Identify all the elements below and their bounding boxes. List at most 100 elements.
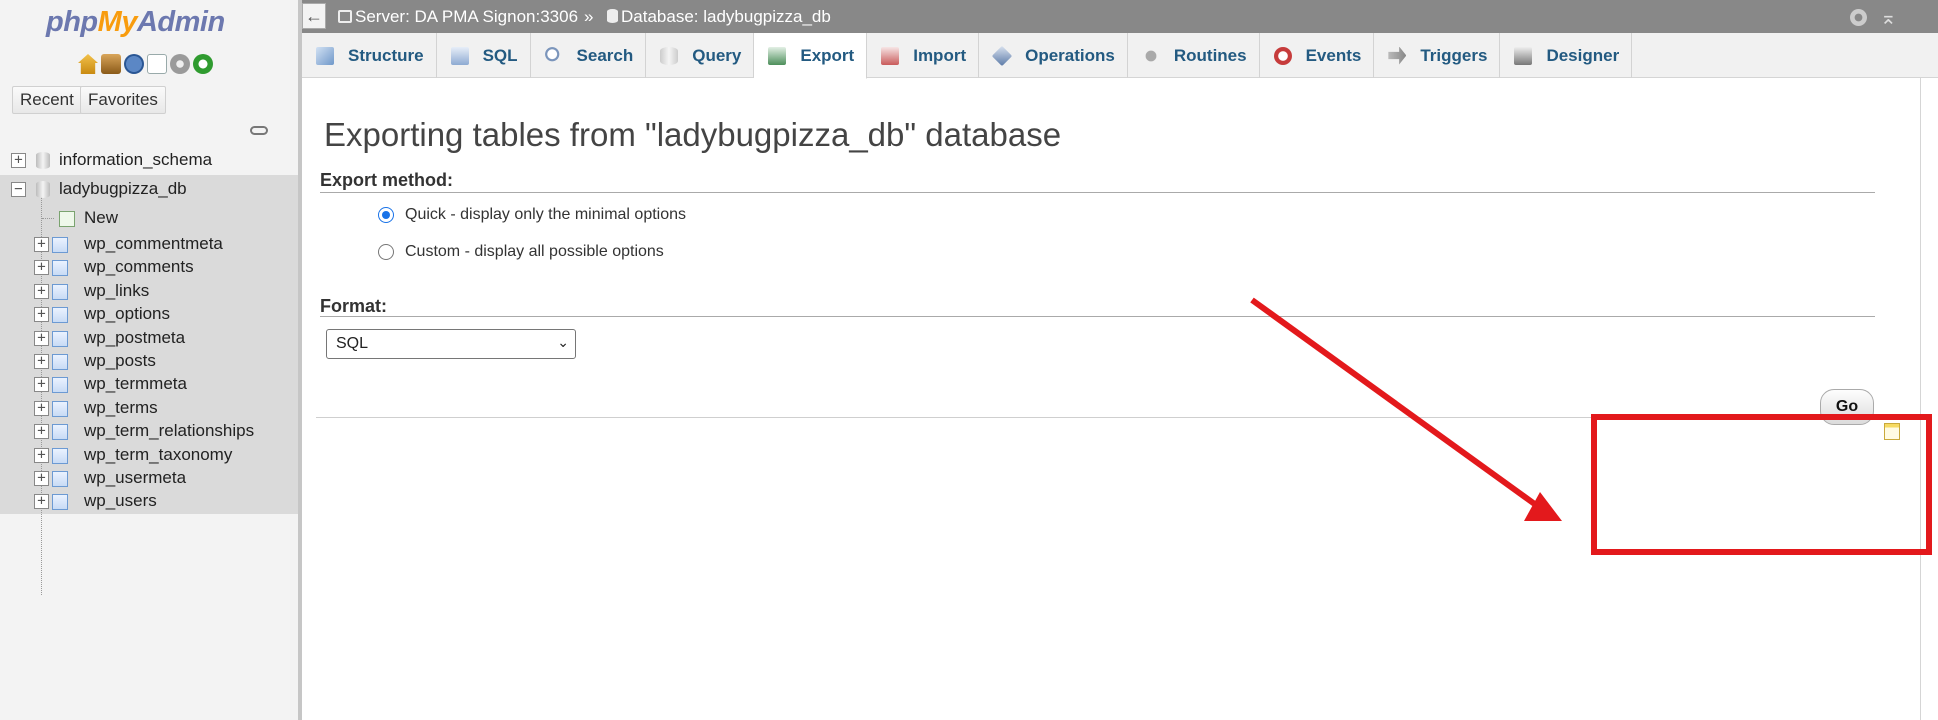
breadcrumb-database[interactable]: Database: ladybugpizza_db xyxy=(607,7,831,27)
custom-option-label[interactable]: Custom - display all possible options xyxy=(405,243,664,261)
tree-new-label[interactable]: New xyxy=(84,208,118,228)
tree-table-item[interactable]: + wp_posts xyxy=(0,350,298,373)
tree-table-item[interactable]: + wp_options xyxy=(0,303,298,326)
expand-icon[interactable]: + xyxy=(34,494,49,510)
tree-table-label[interactable]: wp_posts xyxy=(84,351,156,371)
tab-triggers[interactable]: Triggers xyxy=(1374,33,1501,78)
database-icon[interactable] xyxy=(101,54,121,74)
table-icon xyxy=(52,377,68,394)
tree-table-item[interactable]: + wp_links xyxy=(0,280,298,303)
tree-table-item[interactable]: + wp_users xyxy=(0,490,298,513)
quick-option[interactable]: Quick - display only the minimal options xyxy=(378,206,686,224)
tab-search[interactable]: Search xyxy=(531,33,647,78)
tab-import[interactable]: Import xyxy=(867,33,980,78)
tab-query[interactable]: Query xyxy=(646,33,755,78)
tree-table-label[interactable]: wp_comments xyxy=(84,257,194,277)
quick-option-label[interactable]: Quick - display only the minimal options xyxy=(405,206,686,224)
tree-table-item[interactable]: + wp_commentmeta xyxy=(0,233,298,256)
divider xyxy=(320,316,1875,317)
operations-icon xyxy=(991,45,1013,66)
tab-routines[interactable]: Routines xyxy=(1128,33,1260,78)
tab-events[interactable]: Events xyxy=(1260,33,1375,78)
favorites-button[interactable]: Favorites xyxy=(80,86,166,114)
query-icon xyxy=(660,46,679,65)
copy-icon[interactable] xyxy=(147,54,167,74)
tree-table-label[interactable]: wp_options xyxy=(84,304,170,324)
tree-table-item[interactable]: + wp_termmeta xyxy=(0,373,298,396)
expand-icon[interactable]: + xyxy=(34,283,49,299)
designer-icon xyxy=(1514,46,1533,65)
tree-table-item[interactable]: + wp_postmeta xyxy=(0,327,298,350)
tree-table-item[interactable]: + wp_term_relationships xyxy=(0,420,298,443)
server-icon xyxy=(338,10,352,23)
expand-icon[interactable]: + xyxy=(34,237,49,252)
table-icon xyxy=(52,353,68,370)
home-icon[interactable] xyxy=(78,54,98,74)
tab-export[interactable]: Export xyxy=(754,33,868,79)
console-note-icon[interactable] xyxy=(1884,423,1900,440)
expand-icon[interactable]: + xyxy=(34,470,49,486)
tab-operations[interactable]: Operations xyxy=(979,33,1128,78)
table-icon xyxy=(52,283,68,300)
tree-table-label[interactable]: wp_usermeta xyxy=(84,468,186,488)
custom-option[interactable]: Custom - display all possible options xyxy=(378,243,664,261)
format-select[interactable]: SQL ⌄ xyxy=(326,329,576,359)
navigation-sidebar: phpMyAdmin Recent Favorites + informatio… xyxy=(0,0,298,720)
tree-new-table[interactable]: New xyxy=(0,204,298,233)
tree-db-label[interactable]: ladybugpizza_db xyxy=(59,179,187,199)
tab-sql[interactable]: SQL xyxy=(437,33,531,78)
expand-icon[interactable]: + xyxy=(34,260,49,276)
phpmyadmin-logo[interactable]: phpMyAdmin xyxy=(46,6,225,39)
collapse-sidebar-icon[interactable]: ← xyxy=(302,3,326,29)
settings-icon[interactable] xyxy=(1850,9,1867,26)
tab-designer[interactable]: Designer xyxy=(1500,33,1633,78)
link-icon[interactable] xyxy=(250,126,268,135)
export-method-label: Export method: xyxy=(320,170,453,190)
tree-table-label[interactable]: wp_termmeta xyxy=(84,374,187,394)
expand-icon[interactable]: + xyxy=(34,400,49,416)
expand-icon[interactable]: + xyxy=(11,153,26,168)
collapse-top-icon[interactable]: ⌅ xyxy=(1880,5,1897,30)
scrollbar[interactable] xyxy=(1920,78,1938,720)
custom-radio[interactable] xyxy=(378,244,394,260)
expand-icon[interactable]: + xyxy=(34,447,49,463)
tree-table-label[interactable]: wp_commentmeta xyxy=(84,234,223,254)
tree-table-item[interactable]: + wp_terms xyxy=(0,397,298,420)
tree-table-item[interactable]: + wp_usermeta xyxy=(0,467,298,490)
collapse-icon[interactable]: − xyxy=(11,182,26,197)
breadcrumb-server[interactable]: Server: DA PMA Signon:3306 xyxy=(338,7,578,27)
tree-db-information-schema[interactable]: + information_schema xyxy=(0,146,298,175)
tree-db-label[interactable]: information_schema xyxy=(59,150,212,170)
tree-table-item[interactable]: + wp_comments xyxy=(0,256,298,279)
tree-db-ladybugpizza[interactable]: − ladybugpizza_db xyxy=(0,175,298,204)
tree-table-label[interactable]: wp_links xyxy=(84,281,149,301)
expand-icon[interactable]: + xyxy=(34,353,49,369)
expand-icon[interactable]: + xyxy=(34,307,49,323)
breadcrumb-separator: » xyxy=(584,7,594,26)
tree-table-label[interactable]: wp_term_relationships xyxy=(84,421,254,441)
tree-table-item[interactable]: + wp_term_taxonomy xyxy=(0,444,298,467)
tree-table-label[interactable]: wp_users xyxy=(84,491,157,511)
table-icon xyxy=(52,400,68,417)
recent-button[interactable]: Recent xyxy=(12,86,82,114)
settings-icon[interactable] xyxy=(170,54,190,74)
tree-table-label[interactable]: wp_terms xyxy=(84,398,158,418)
docs-icon[interactable] xyxy=(124,54,144,74)
table-icon xyxy=(52,424,68,441)
reload-icon[interactable] xyxy=(193,54,213,74)
expand-icon[interactable]: + xyxy=(34,377,49,393)
search-icon xyxy=(544,46,563,65)
tab-label: Triggers xyxy=(1420,45,1488,65)
table-icon xyxy=(52,447,68,464)
go-button[interactable]: Go xyxy=(1820,389,1874,425)
tab-structure[interactable]: Structure xyxy=(302,33,437,78)
expand-icon[interactable]: + xyxy=(34,330,49,346)
routines-icon xyxy=(1141,46,1160,65)
expand-icon[interactable]: + xyxy=(34,424,49,440)
database-icon xyxy=(36,181,50,198)
tree-table-label[interactable]: wp_term_taxonomy xyxy=(84,445,232,465)
quick-radio[interactable] xyxy=(378,207,394,223)
divider xyxy=(320,192,1875,193)
tab-label: Import xyxy=(913,45,967,65)
tree-table-label[interactable]: wp_postmeta xyxy=(84,328,185,348)
